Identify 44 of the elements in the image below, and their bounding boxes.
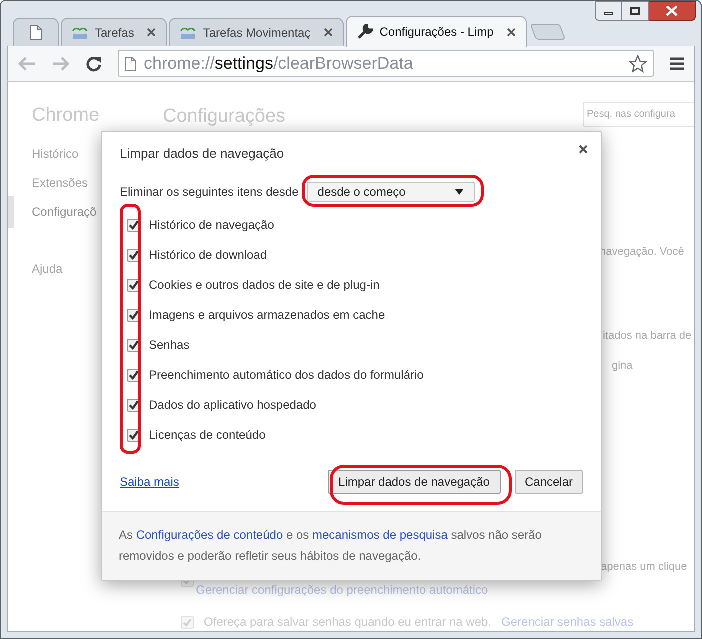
- footer-note: As Configurações de conteúdo e os mecanismos de pesquisa salvos não serão removidos e poderão refletir seus hábitos de navegação.: [119, 527, 543, 565]
- close-icon: [666, 6, 678, 16]
- period-dropdown[interactable]: desde o começo: [306, 182, 475, 202]
- menu-icon[interactable]: [670, 56, 684, 70]
- tab[interactable]: Configurações - Limp: [346, 16, 527, 47]
- learn-more-link[interactable]: Saiba mais: [120, 473, 180, 491]
- caret-icon: [454, 189, 464, 195]
- close-icon[interactable]: [579, 144, 588, 154]
- field-label: Eliminar os seguintes itens desde: [120, 184, 299, 201]
- site-logo-icon: [180, 26, 196, 40]
- tab[interactable]: Tarefas: [61, 18, 168, 46]
- page-icon: [125, 56, 136, 70]
- tab[interactable]: Tarefas Movimentaç: [169, 18, 344, 46]
- button[interactable]: Cancelar: [514, 470, 583, 494]
- wrench-icon: [356, 24, 373, 40]
- checkbox-label: Senhas: [149, 337, 190, 354]
- checkbox-label: Preenchimento automático dos dados do formulário: [149, 367, 424, 384]
- dialog-title: Limpar dados de navegação: [120, 145, 284, 164]
- checkbox-label: Imagens e arquivos armazenados em cache: [149, 307, 386, 324]
- close-button[interactable]: [649, 1, 696, 21]
- address-field[interactable]: chrome://settings/clearBrowserData: [118, 50, 654, 77]
- site-logo-icon: [72, 26, 88, 40]
- checkbox-label: Cookies e outros dados de site e de plug-in: [149, 277, 380, 294]
- page-icon: [30, 25, 42, 40]
- faded-text: navegação. Você: [600, 245, 686, 260]
- checkbox-label: Licenças de conteúdo: [149, 427, 266, 444]
- url-text: chrome://settings/clearBrowserData: [144, 52, 414, 75]
- faded-text: apenas um clique: [601, 560, 688, 575]
- minimize-button[interactable]: [595, 1, 622, 21]
- close-icon[interactable]: [506, 28, 516, 36]
- checkbox-label: Dados do aplicativo hospedado: [149, 397, 316, 414]
- faded-text: gina: [612, 359, 634, 374]
- close-icon[interactable]: [147, 28, 156, 37]
- star-icon[interactable]: [629, 54, 647, 72]
- checkbox-label: Histórico de download: [149, 247, 268, 264]
- link[interactable]: mecanismos de pesquisa: [312, 528, 448, 542]
- reload-icon[interactable]: [86, 56, 102, 72]
- faded-text: itados na barra de: [603, 329, 693, 344]
- close-icon[interactable]: [324, 28, 333, 37]
- link[interactable]: Configurações de conteúdo: [136, 528, 284, 542]
- maximize-button[interactable]: [622, 1, 649, 21]
- tab[interactable]: [13, 18, 59, 46]
- checkbox-label: Histórico de navegação: [149, 217, 274, 234]
- button[interactable]: Limpar dados de navegação: [328, 470, 501, 494]
